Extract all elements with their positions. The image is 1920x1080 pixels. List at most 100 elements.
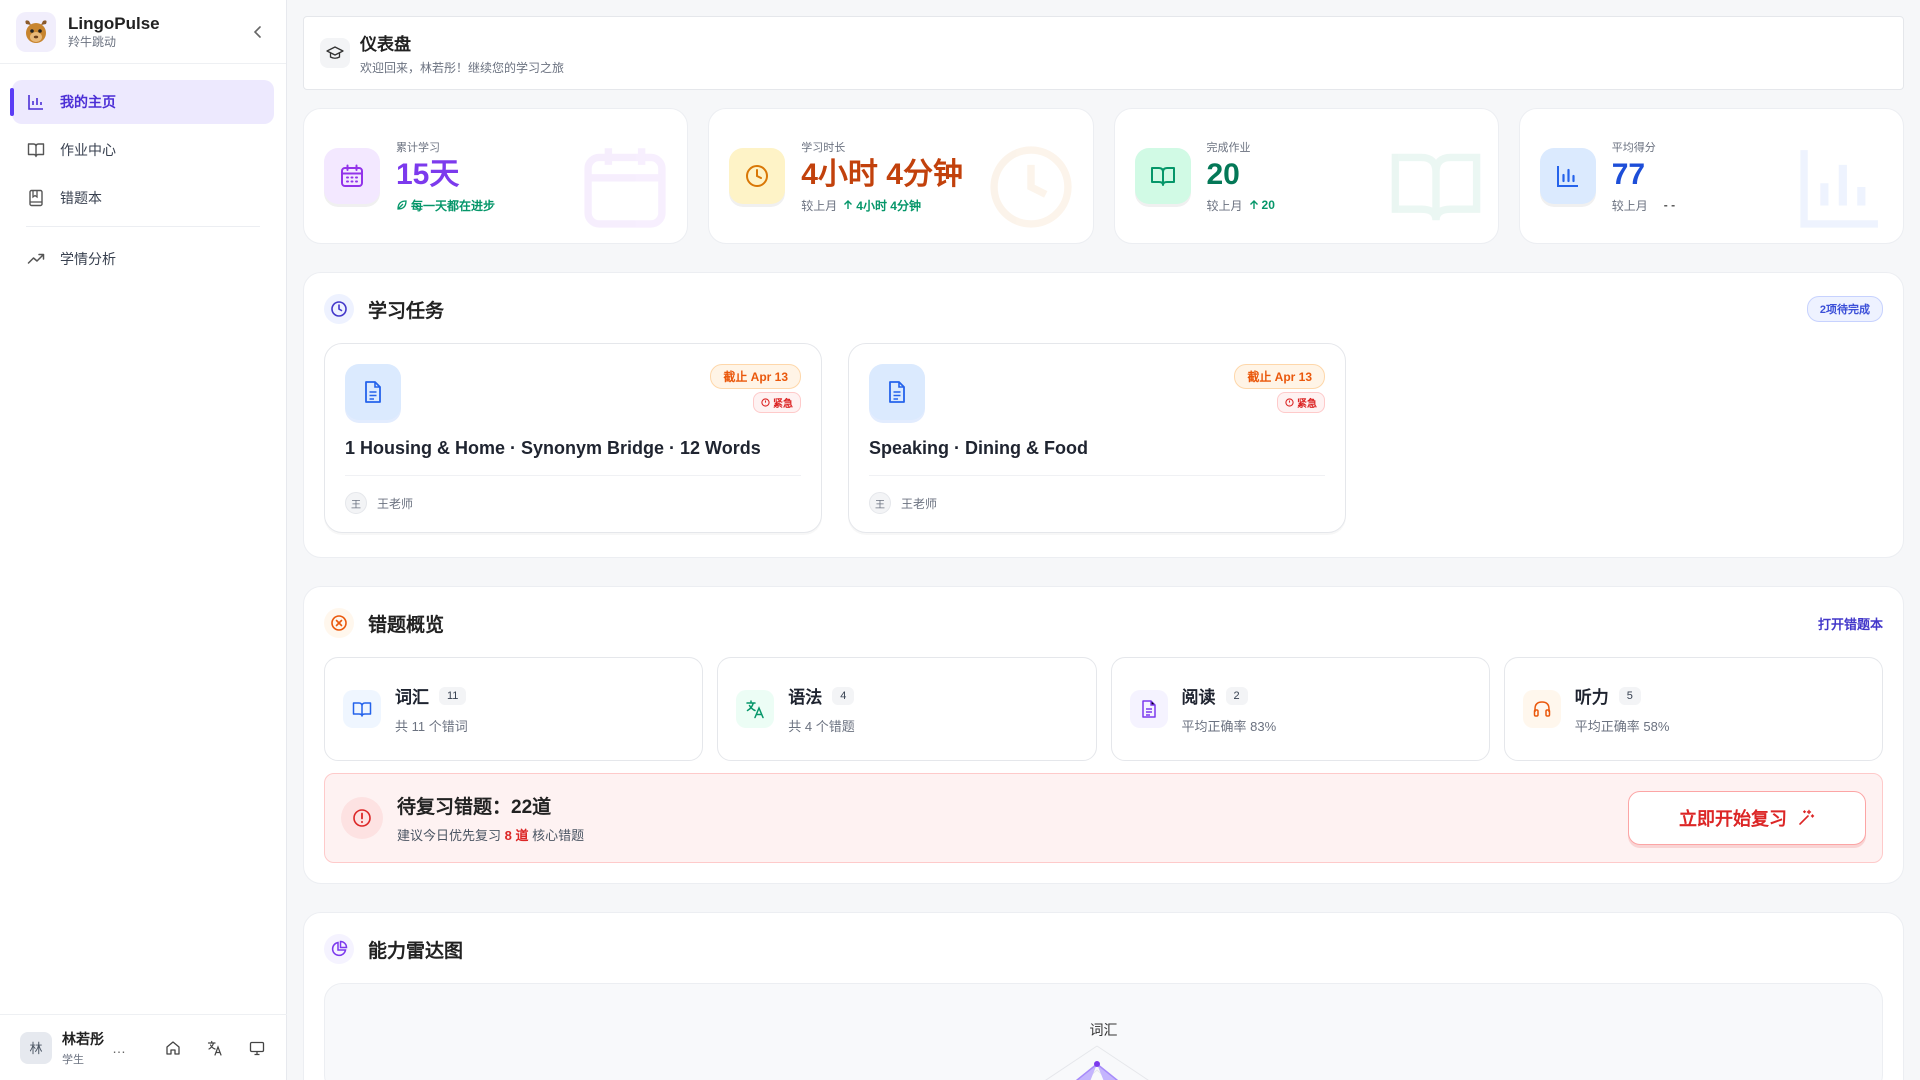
sidebar-item-home[interactable]: 我的主页 [10,80,274,124]
category-count: 5 [1618,686,1641,705]
stat-foot-note: 每一天都在进步 [396,197,495,214]
user-bar: 林 林若彤 学生 … [0,1014,287,1080]
stat-compare-label: 较上月 [801,198,838,213]
page-subtitle: 欢迎回来，林若彤！继续您的学习之旅 [360,61,565,75]
stat-compare-label: 较上月 [1206,198,1243,213]
magic-wand-icon [1799,809,1815,825]
user-more-button[interactable]: … [112,1040,126,1056]
category-name: 听力 [1574,688,1609,707]
teacher-name: 王老师 [901,496,938,511]
clock-icon [729,148,786,204]
arrow-up-icon [844,200,853,209]
mistake-category-reading[interactable]: 阅读 2 平均正确率 83% [1110,657,1490,761]
document-icon [1129,690,1168,728]
stat-value: 4小时 4分钟 [801,157,963,191]
notebook-icon [26,188,46,208]
task-card[interactable]: 截止 Apr 13 紧急 1 Housing & Home · Synonym … [324,343,822,533]
alert-circle-icon [341,797,383,839]
category-count: 4 [832,686,855,705]
sidebar-item-homework[interactable]: 作业中心 [12,128,274,172]
category-name: 语法 [788,688,823,707]
arrow-up-icon [1249,200,1258,209]
user-role: 学生 [62,1053,84,1066]
start-review-button[interactable]: 立即开始复习 [1628,791,1866,845]
category-count: 2 [1225,686,1248,705]
graduation-cap-icon [320,38,350,68]
task-due-badge: 截止 Apr 13 [710,364,801,389]
section-title: 学习任务 [368,300,445,322]
stat-change: 4小时 4分钟 [843,197,921,214]
stat-card-avg-score: 平均得分 77 较上月 - - [1518,108,1904,244]
radar-section: 能力雷达图 词汇 [303,912,1904,1080]
category-description: 共 4 个错题 [788,719,855,734]
sidebar-item-mistakes[interactable]: 错题本 [12,176,274,220]
review-highlight-count: 8 道 [504,828,529,843]
stat-label: 累计学习 [396,141,440,154]
stat-value: 15天 [396,157,460,191]
sidebar-item-label: 学情分析 [60,251,116,267]
review-subtitle: 建议今日优先复习 8 道 核心错题 [397,828,585,843]
teacher-avatar: 王 [869,492,891,514]
page-title: 仪表盘 [360,35,411,54]
task-title: Speaking · Dining & Food [869,438,1325,476]
x-circle-icon [324,608,354,638]
book-watermark-icon [1391,153,1481,221]
brand-logo[interactable] [16,11,56,52]
collapse-sidebar-button[interactable] [246,20,270,44]
stat-label: 平均得分 [1611,141,1656,154]
pie-chart-icon [324,934,354,964]
document-icon [345,364,401,420]
monitor-icon[interactable] [247,1038,267,1058]
translate-icon[interactable] [205,1038,225,1058]
review-banner: 待复习错题：22道 建议今日优先复习 8 道 核心错题 立即开始复习 [324,773,1883,863]
clock-icon [324,294,354,324]
stat-compare-label: 较上月 [1611,198,1648,213]
category-description: 共 11 个错词 [395,719,468,734]
section-title: 错题概览 [368,614,445,636]
document-icon [869,364,925,420]
radar-chart-canvas [1045,1045,1149,1080]
sidebar-nav: 我的主页 作业中心 错题本 学情分析 [0,64,286,281]
radar-chart: 词汇 [324,983,1883,1080]
sidebar-item-label: 作业中心 [60,142,116,158]
stats-row: 累计学习 15天 每一天都在进步 学习时长 4小时 4分钟 较上月 4小时 4分… [303,108,1904,244]
brand-subtitle: 羚牛跳动 [68,34,117,49]
mistake-category-listening[interactable]: 听力 5 平均正确率 58% [1503,657,1883,761]
bar-chart-icon [1539,148,1596,204]
calendar-icon [324,148,380,204]
stat-change: - - [1663,198,1676,212]
urgent-badge: 紧急 [1277,392,1325,413]
urgent-badge: 紧急 [753,392,801,413]
category-description: 平均正确率 83% [1181,719,1277,734]
calendar-watermark-icon [584,148,666,228]
mistake-category-vocabulary[interactable]: 词汇 11 共 11 个错词 [324,657,704,761]
review-title: 待复习错题：22道 [397,797,552,818]
mistake-category-grammar[interactable]: 语法 4 共 4 个错题 [717,657,1097,761]
main-content: 仪表盘 欢迎回来，林若彤！继续您的学习之旅 累计学习 15天 每一天都在进步 学… [287,0,1920,1080]
pending-count-badge: 2项待完成 [1806,296,1883,322]
takin-logo-icon [25,19,47,43]
category-count: 11 [439,686,467,705]
section-title: 能力雷达图 [368,940,464,962]
stat-label: 完成作业 [1206,141,1251,154]
leaf-icon [397,200,407,210]
alert-circle-icon [1285,398,1294,407]
sidebar-item-label: 我的主页 [60,94,116,110]
sidebar-item-analytics[interactable]: 学情分析 [12,237,274,281]
task-title: 1 Housing & Home · Synonym Bridge · 12 W… [345,438,801,476]
translate-icon [736,690,775,728]
avatar[interactable]: 林 [20,1031,52,1064]
bar-chart-icon [26,92,46,112]
home-icon[interactable] [163,1038,183,1058]
user-name: 林若彤 [62,1030,104,1047]
task-card[interactable]: 截止 Apr 13 紧急 Speaking · Dining & Food 王 … [848,343,1346,533]
teacher-avatar: 王 [345,492,367,514]
open-book-icon [26,140,46,160]
mistakes-section: 错题概览 打开错题本 词汇 11 共 11 个错词 语法 4 共 4 个错题 阅… [303,586,1904,884]
stat-card-homework: 完成作业 20 较上月 20 [1113,108,1499,244]
stat-value: 20 [1206,157,1240,191]
open-mistake-book-link[interactable]: 打开错题本 [1818,614,1883,633]
open-book-icon [343,690,381,728]
sidebar-item-label: 错题本 [60,190,102,206]
page-header: 仪表盘 欢迎回来，林若彤！继续您的学习之旅 [303,16,1904,90]
